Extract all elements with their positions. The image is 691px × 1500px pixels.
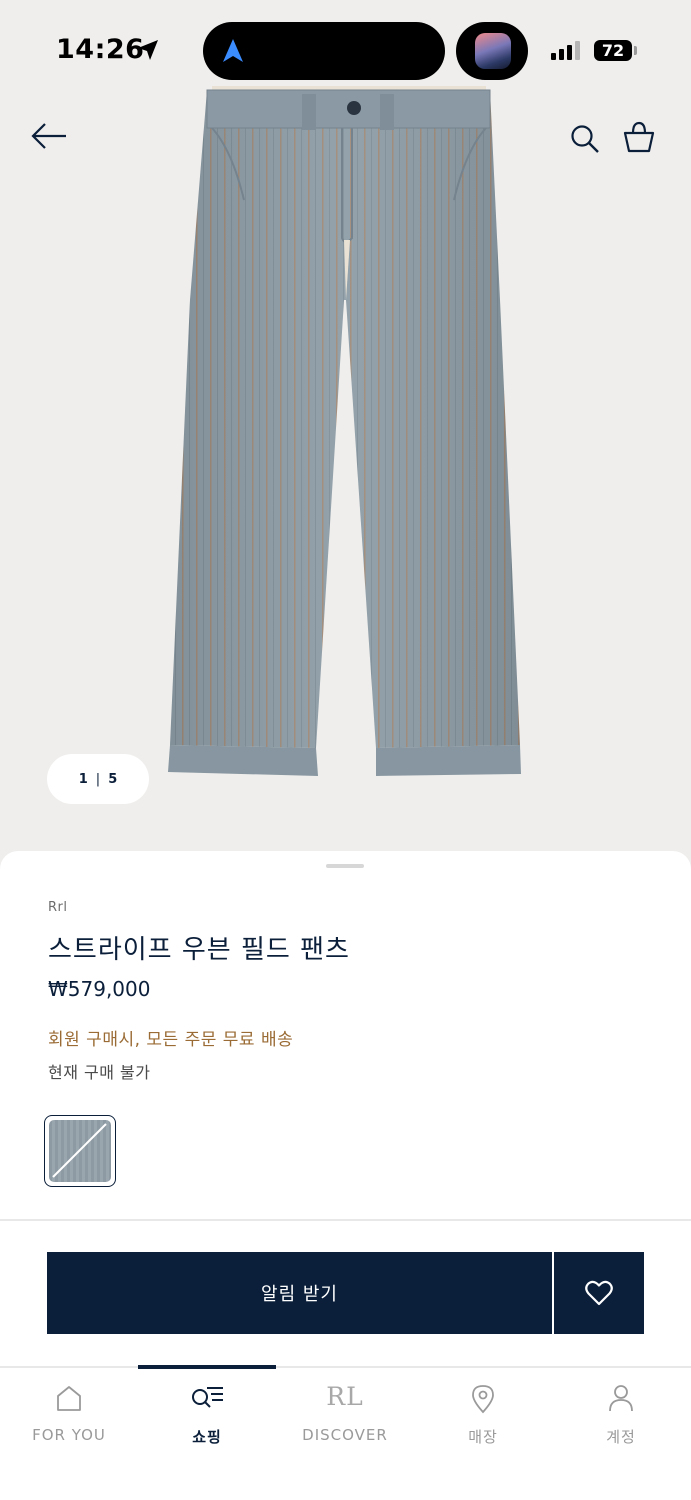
rl-logo: RL <box>326 1382 364 1411</box>
back-arrow-icon[interactable] <box>30 118 68 154</box>
tab-label-shopping: 쇼핑 <box>192 1428 222 1446</box>
shopping-search-icon <box>192 1387 223 1408</box>
tab-for-you[interactable]: FOR YOU <box>0 1368 138 1468</box>
tab-label-discover: DISCOVER <box>302 1426 388 1444</box>
product-brand: Rrl <box>48 900 68 915</box>
status-time: 14:26 <box>56 34 145 65</box>
tab-label-for-you: FOR YOU <box>32 1426 106 1444</box>
product-price: ₩579,000 <box>48 977 151 1001</box>
pager-current: 1 <box>78 771 88 787</box>
location-arrow-icon <box>138 40 158 60</box>
product-image-gallery[interactable]: 14:26 72 1 | 5 <box>0 0 691 880</box>
wishlist-button[interactable] <box>554 1252 644 1334</box>
heart-icon <box>585 1280 613 1306</box>
product-title: 스트라이프 우븐 필드 팬츠 <box>48 935 350 965</box>
swatch-image <box>49 1120 111 1182</box>
notify-me-button[interactable]: 알림 받기 <box>47 1252 552 1334</box>
tab-label-stores: 매장 <box>468 1428 498 1446</box>
pager-separator: | <box>95 771 101 787</box>
tab-stores[interactable]: 매장 <box>414 1368 552 1468</box>
color-swatch[interactable] <box>44 1115 116 1187</box>
battery-level: 72 <box>594 40 632 61</box>
availability-status: 현재 구매 불가 <box>48 1063 151 1082</box>
image-pager: 1 | 5 <box>47 754 149 804</box>
tab-shopping[interactable]: 쇼핑 <box>138 1368 276 1468</box>
thumbnail-image <box>475 33 511 69</box>
unavailable-slash-icon <box>52 1123 107 1178</box>
shopping-bag-icon[interactable] <box>622 120 656 154</box>
pager-total: 5 <box>108 771 118 787</box>
cellular-signal-icon <box>551 41 580 60</box>
live-activity-thumbnail <box>456 22 528 80</box>
dynamic-island <box>203 22 445 80</box>
search-icon[interactable] <box>570 124 600 154</box>
navigation-arrow-icon <box>223 39 243 62</box>
tab-account[interactable]: 계정 <box>552 1368 690 1468</box>
battery-cap <box>634 46 637 55</box>
bottom-tab-bar: FOR YOU 쇼핑 RL DISCOVER 매장 계정 <box>0 1365 691 1500</box>
section-divider <box>0 1219 691 1221</box>
shipping-promo: 회원 구매시, 모든 주문 무료 배송 <box>48 1030 294 1050</box>
tab-label-account: 계정 <box>606 1428 636 1446</box>
location-pin-icon <box>472 1385 494 1414</box>
sheet-drag-handle[interactable] <box>326 864 364 868</box>
home-icon <box>57 1386 81 1411</box>
person-icon <box>609 1385 633 1412</box>
tab-discover[interactable]: RL DISCOVER <box>276 1368 414 1468</box>
